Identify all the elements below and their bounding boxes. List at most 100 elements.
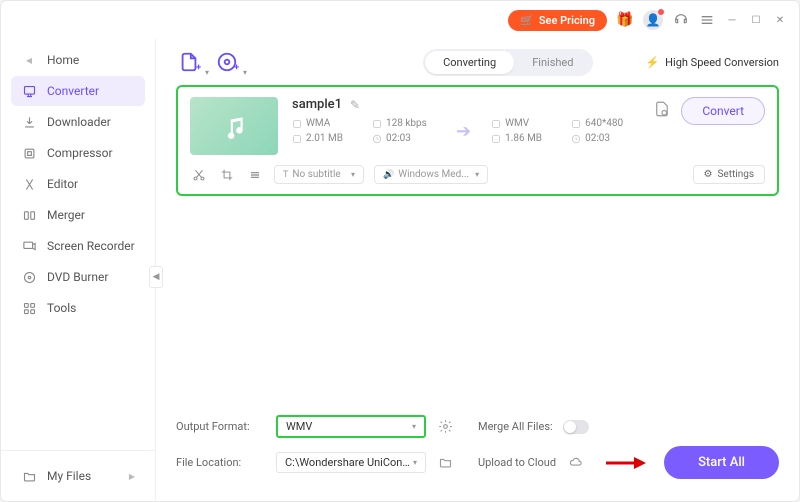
arrow-right-icon: ➔ [452, 121, 475, 142]
output-format-row: Output Format: WMV ▾ Merge All Files: [176, 415, 779, 438]
user-avatar[interactable]: 👤 [643, 10, 663, 30]
file-row-tools: TNo subtitle ▾ 🔊Windows Med... ▾ ⚙ Setti… [190, 165, 765, 184]
crop-icon[interactable] [218, 166, 236, 184]
see-pricing-button[interactable]: 🛒 See Pricing [508, 10, 607, 31]
file-thumbnail[interactable] [190, 97, 278, 155]
hsc-label: High Speed Conversion [665, 56, 779, 69]
tab-converting[interactable]: Converting [425, 51, 514, 74]
more-icon[interactable] [246, 166, 264, 184]
menu-icon[interactable] [699, 12, 715, 28]
sidebar-item-converter[interactable]: Converter [11, 76, 145, 106]
cut-icon[interactable] [190, 166, 208, 184]
sidebar-item-editor[interactable]: Editor [11, 169, 145, 199]
file-card: sample1 ✎ WMA 2.01 MB 128 kbps [176, 85, 779, 196]
file-name-row: sample1 ✎ [292, 97, 639, 112]
file-row-main: sample1 ✎ WMA 2.01 MB 128 kbps [190, 97, 765, 155]
dvd-icon [21, 269, 37, 285]
merge-toggle[interactable] [563, 420, 589, 434]
edit-name-icon[interactable]: ✎ [350, 98, 360, 112]
cart-icon: 🛒 [520, 14, 534, 27]
start-all-button[interactable]: Start All [664, 446, 779, 479]
src-size: 2.01 MB [292, 133, 356, 144]
sidebar-item-label: Editor [47, 177, 78, 191]
chevron-right-icon: ▶ [129, 472, 135, 481]
file-list: sample1 ✎ WMA 2.01 MB 128 kbps [176, 85, 779, 409]
dst-duration: 02:03 [571, 133, 635, 144]
file-meta: WMA 2.01 MB 128 kbps 02:03 ➔ WMV [292, 118, 639, 144]
caret-down-icon: ▾ [243, 68, 247, 77]
sidebar-item-my-files[interactable]: My Files ▶ [11, 461, 145, 491]
editor-icon [21, 176, 37, 192]
compressor-icon [21, 145, 37, 161]
src-duration: 02:03 [372, 133, 436, 144]
tab-segment: Converting Finished [423, 49, 593, 76]
output-format-label: Output Format: [176, 420, 266, 433]
upload-label: Upload to Cloud [478, 456, 556, 469]
titlebar: 🛒 See Pricing 🎁 👤 ─ ☐ ✕ [1, 1, 799, 39]
tab-finished[interactable]: Finished [514, 51, 591, 74]
sidebar-collapse-button[interactable]: ◀ [149, 266, 163, 288]
file-actions: Convert [653, 97, 765, 125]
add-dvd-button[interactable]: + ▾ [214, 49, 240, 75]
subtitle-dropdown[interactable]: TNo subtitle ▾ [274, 165, 364, 184]
output-format-select[interactable]: WMV ▾ [276, 415, 426, 438]
audio-dropdown[interactable]: 🔊Windows Med... ▾ [374, 165, 488, 184]
app-body: ◀ Home Converter Downloader Compressor [1, 39, 799, 501]
sidebar-item-label: Downloader [47, 115, 111, 129]
headset-icon[interactable] [673, 12, 689, 28]
convert-button[interactable]: Convert [681, 97, 765, 125]
caret-down-icon: ▾ [351, 170, 355, 179]
src-format: WMA [292, 118, 356, 129]
sidebar-item-home[interactable]: ◀ Home [11, 45, 145, 75]
sidebar: ◀ Home Converter Downloader Compressor [1, 39, 156, 501]
red-arrow-annotation [604, 455, 648, 471]
tools-icon [21, 300, 37, 316]
minimize-button[interactable]: ─ [725, 13, 739, 27]
sidebar-item-tools[interactable]: Tools [11, 293, 145, 323]
format-settings-icon[interactable] [436, 419, 454, 434]
file-location-label: File Location: [176, 456, 266, 469]
sidebar-item-label: Converter [47, 84, 99, 98]
sidebar-item-label: Compressor [47, 146, 113, 160]
plus-icon: + [196, 63, 201, 73]
chevron-left-icon: ◀ [21, 52, 37, 68]
settings-button[interactable]: ⚙ Settings [693, 165, 765, 184]
pricing-label: See Pricing [539, 14, 595, 27]
gift-icon[interactable]: 🎁 [617, 12, 633, 28]
high-speed-toggle[interactable]: ⚡ High Speed Conversion [645, 56, 779, 69]
file-info: sample1 ✎ WMA 2.01 MB 128 kbps [292, 97, 639, 144]
file-settings-icon[interactable] [653, 100, 671, 122]
sidebar-item-label: Merger [47, 208, 85, 222]
add-file-button[interactable]: + ▾ [176, 49, 202, 75]
sidebar-item-merger[interactable]: Merger [11, 200, 145, 230]
merger-icon [21, 207, 37, 223]
maximize-button[interactable]: ☐ [749, 13, 763, 27]
bolt-icon: ⚡ [645, 56, 659, 69]
caret-down-icon: ▾ [205, 68, 209, 77]
caret-down-icon: ▾ [412, 422, 416, 431]
file-name: sample1 [292, 97, 342, 112]
close-button[interactable]: ✕ [773, 13, 787, 27]
bottom-bar: Output Format: WMV ▾ Merge All Files: Fi… [176, 409, 779, 487]
sidebar-item-label: My Files [47, 469, 91, 483]
sidebar-item-label: DVD Burner [47, 270, 108, 284]
sidebar-list: ◀ Home Converter Downloader Compressor [1, 39, 155, 450]
sidebar-item-label: Tools [47, 301, 76, 315]
caret-down-icon: ▾ [413, 458, 417, 467]
file-location-select[interactable]: C:\Wondershare UniConverter 1 ▾ [276, 452, 426, 473]
downloader-icon [21, 114, 37, 130]
sidebar-item-downloader[interactable]: Downloader [11, 107, 145, 137]
sidebar-item-label: Home [47, 53, 79, 67]
open-folder-icon[interactable] [436, 455, 454, 470]
topbar: + ▾ + ▾ Converting Finished ⚡ High Speed… [176, 39, 779, 85]
dst-size: 1.86 MB [491, 133, 555, 144]
gear-icon: ⚙ [704, 169, 713, 180]
sidebar-item-screen-recorder[interactable]: Screen Recorder [11, 231, 145, 261]
sidebar-item-compressor[interactable]: Compressor [11, 138, 145, 168]
app-window: 🛒 See Pricing 🎁 👤 ─ ☐ ✕ ◀ Home Converter [0, 0, 800, 502]
cloud-icon[interactable] [566, 455, 584, 470]
music-note-icon [221, 113, 247, 139]
sidebar-item-dvd-burner[interactable]: DVD Burner [11, 262, 145, 292]
sidebar-item-label: Screen Recorder [47, 239, 135, 253]
merge-label: Merge All Files: [478, 420, 553, 433]
